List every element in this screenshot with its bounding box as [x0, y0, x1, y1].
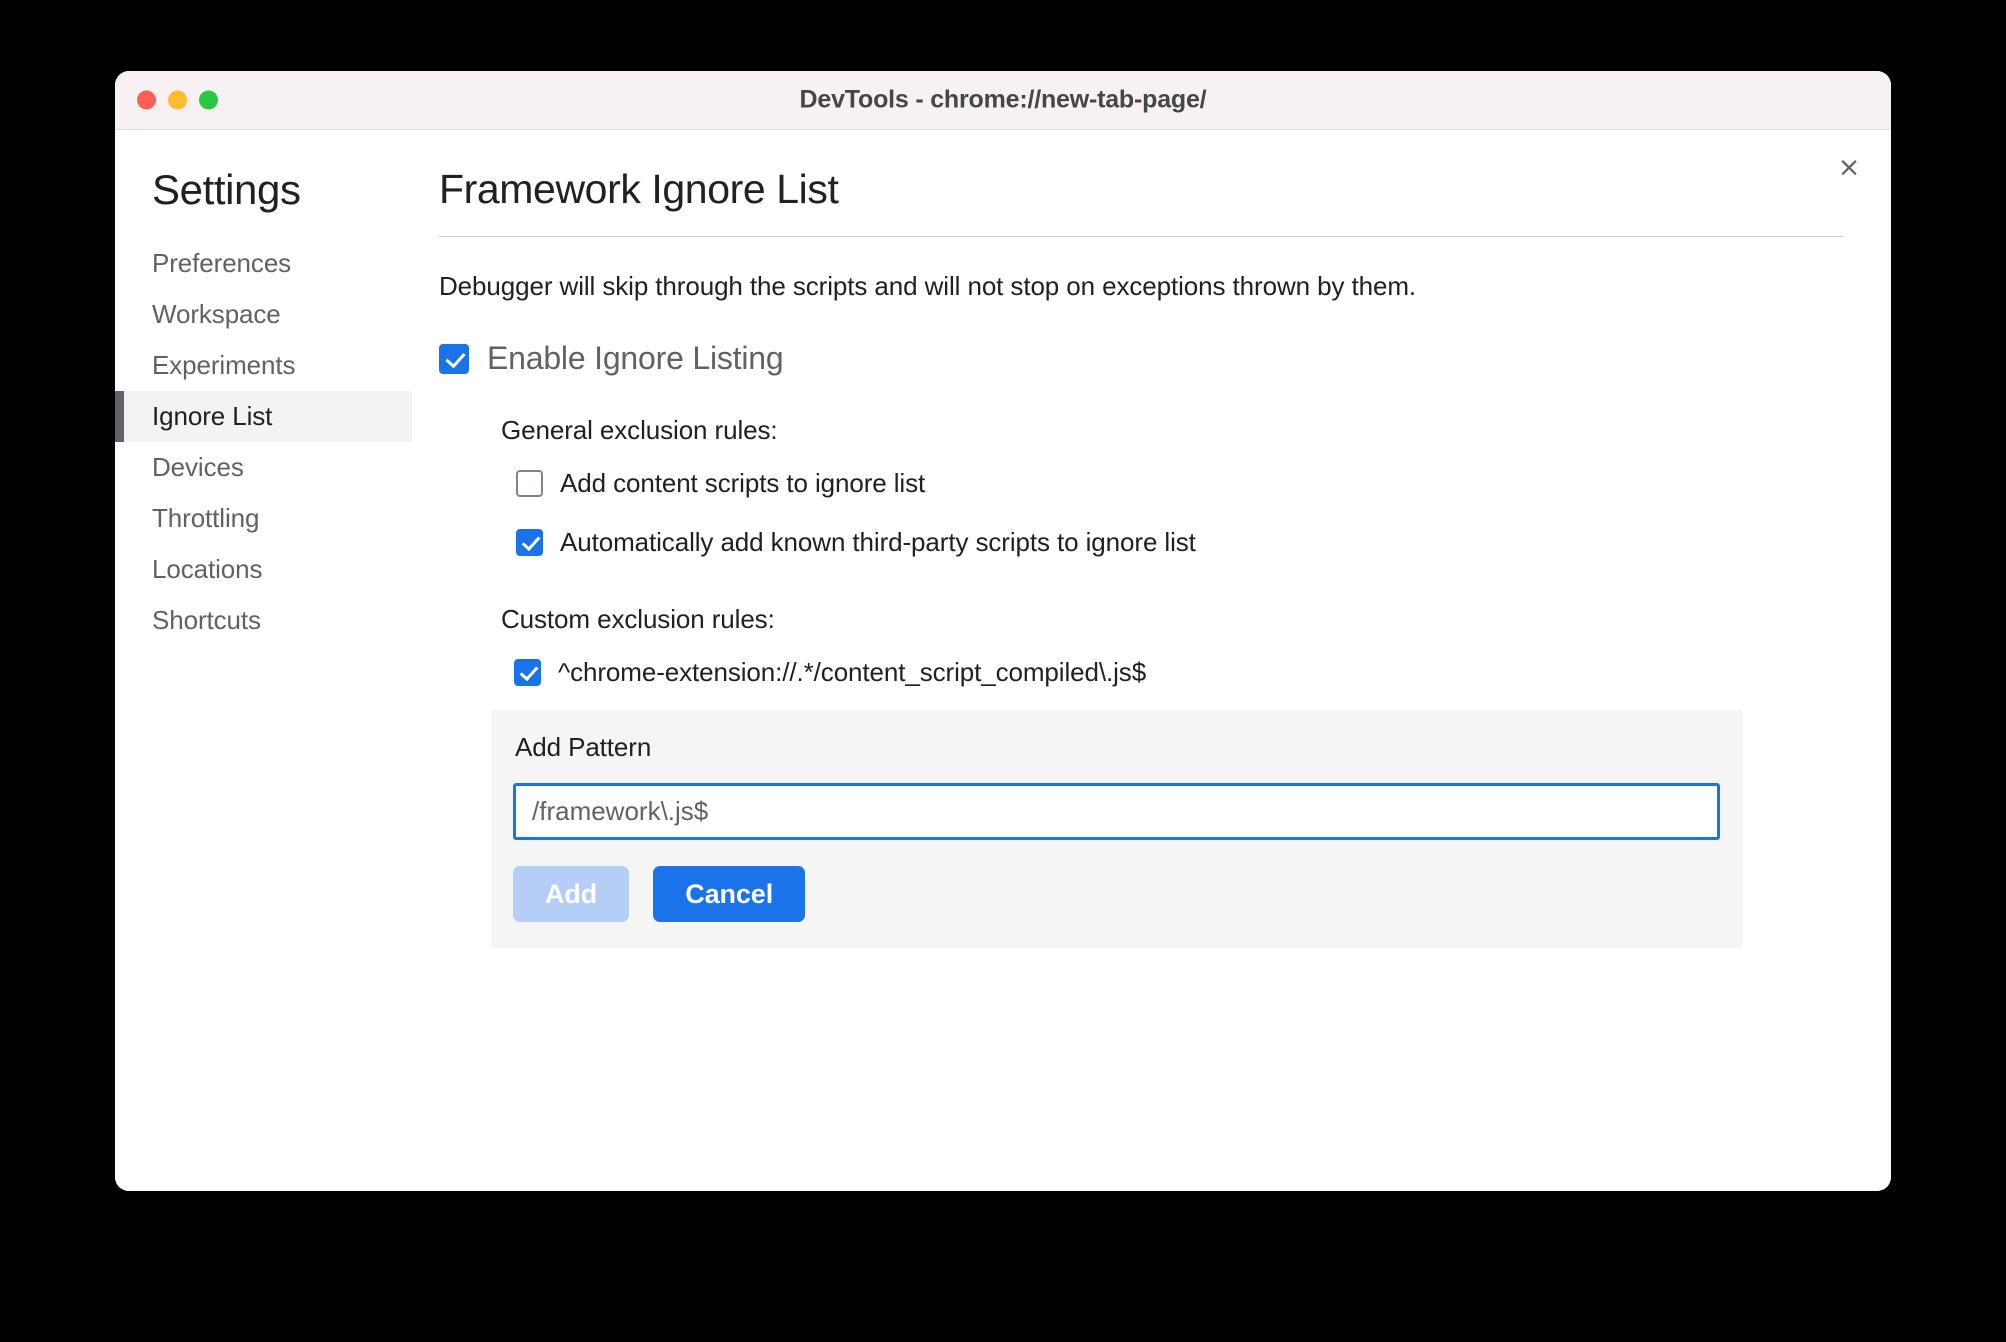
rules-container: General exclusion rules: Add content scr…	[439, 415, 1851, 688]
rule-label: Add content scripts to ignore list	[560, 468, 926, 498]
title-divider	[439, 236, 1843, 237]
add-button[interactable]: Add	[513, 866, 630, 922]
sidebar-item-label: Preferences	[152, 248, 292, 278]
custom-pattern-label: ^chrome-extension://.*/content_script_co…	[558, 657, 1147, 687]
auto-add-third-party-checkbox[interactable]: Automatically add known third-party scri…	[501, 527, 1851, 558]
sidebar-item-workspace[interactable]: Workspace	[115, 289, 412, 340]
sidebar-item-label: Devices	[152, 452, 244, 482]
sidebar-item-locations[interactable]: Locations	[115, 544, 412, 595]
sidebar-item-label: Ignore List	[152, 401, 273, 431]
window-body: × Settings Preferences Workspace Experim…	[115, 130, 1891, 1191]
sidebar-item-label: Experiments	[152, 350, 296, 380]
cancel-button[interactable]: Cancel	[653, 866, 806, 922]
sidebar-item-preferences[interactable]: Preferences	[115, 238, 412, 289]
checkbox-icon[interactable]	[439, 343, 469, 374]
add-pattern-panel: Add Pattern Add Cancel	[491, 710, 1742, 948]
window-titlebar: DevTools - chrome://new-tab-page/	[115, 71, 1891, 130]
window-title: DevTools - chrome://new-tab-page/	[799, 85, 1207, 114]
general-rules-label: General exclusion rules:	[501, 415, 778, 445]
enable-ignore-listing-checkbox[interactable]: Enable Ignore Listing	[439, 340, 1851, 377]
checkbox-icon[interactable]	[514, 659, 541, 686]
settings-sidebar: Settings Preferences Workspace Experimen…	[115, 130, 412, 1191]
add-pattern-title: Add Pattern	[515, 732, 652, 762]
page-title: Framework Ignore List	[439, 166, 839, 212]
sidebar-item-throttling[interactable]: Throttling	[115, 493, 412, 544]
sidebar-item-devices[interactable]: Devices	[115, 442, 412, 493]
sidebar-item-label: Throttling	[152, 503, 260, 533]
checkbox-icon[interactable]	[516, 529, 543, 556]
sidebar-item-ignore-list[interactable]: Ignore List	[115, 391, 412, 442]
sidebar-item-shortcuts[interactable]: Shortcuts	[115, 595, 412, 646]
checkbox-icon[interactable]	[516, 470, 543, 497]
rule-label: Automatically add known third-party scri…	[560, 527, 1196, 557]
sidebar-item-label: Locations	[152, 554, 263, 584]
settings-main-panel: Framework Ignore List Debugger will skip…	[412, 130, 1891, 1191]
close-icon[interactable]: ×	[1832, 150, 1866, 184]
enable-ignore-listing-label: Enable Ignore Listing	[487, 340, 784, 376]
custom-pattern-row[interactable]: ^chrome-extension://.*/content_script_co…	[501, 657, 1851, 688]
sidebar-item-experiments[interactable]: Experiments	[115, 340, 412, 391]
add-pattern-actions: Add Cancel	[513, 866, 1720, 922]
add-content-scripts-checkbox[interactable]: Add content scripts to ignore list	[501, 468, 1851, 499]
sidebar-item-label: Workspace	[152, 299, 281, 329]
sidebar-item-label: Shortcuts	[152, 605, 261, 635]
custom-rules-label: Custom exclusion rules:	[501, 604, 775, 634]
sidebar-title: Settings	[152, 166, 301, 213]
pattern-input[interactable]	[513, 783, 1720, 840]
devtools-window: DevTools - chrome://new-tab-page/ × Sett…	[115, 71, 1891, 1191]
page-description: Debugger will skip through the scripts a…	[439, 271, 1417, 301]
